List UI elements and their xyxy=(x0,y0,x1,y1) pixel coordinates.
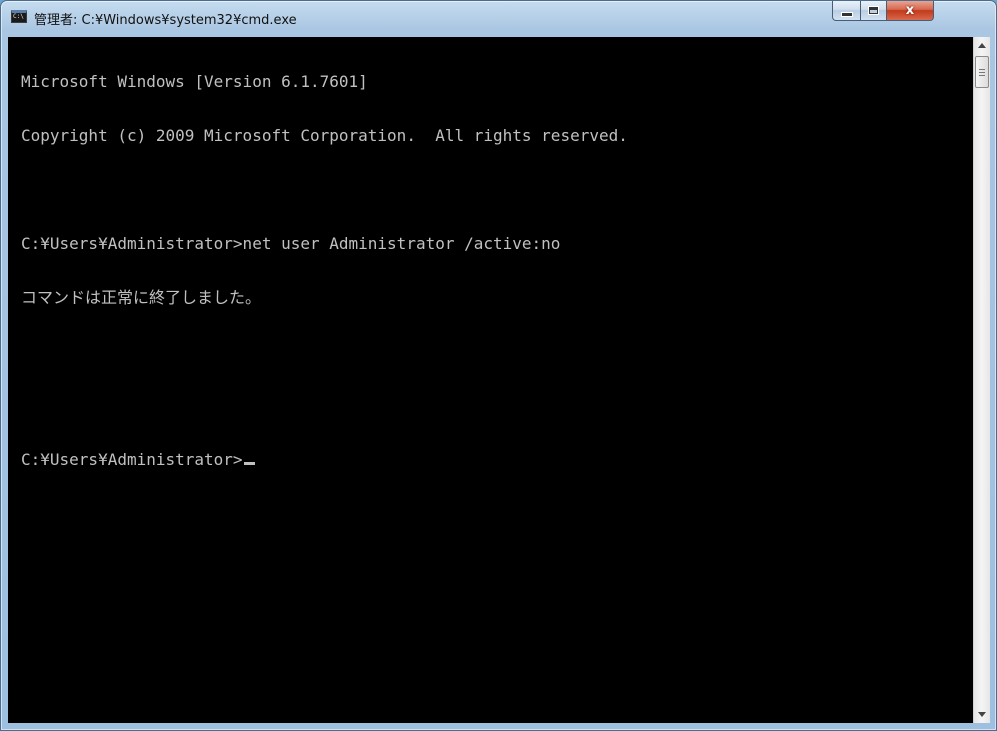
console-line: Microsoft Windows [Version 6.1.7601] xyxy=(21,72,368,91)
title-bar[interactable]: C:\ 管理者: C:¥Windows¥system32¥cmd.exe x xyxy=(1,1,996,37)
close-icon: x xyxy=(905,3,915,18)
console-line: C:¥Users¥Administrator>net user Administ… xyxy=(21,234,561,253)
console-line: コマンドは正常に終了しました。 xyxy=(21,288,262,307)
console-prompt: C:¥Users¥Administrator> xyxy=(21,450,243,469)
minimize-icon xyxy=(840,11,853,17)
vertical-scrollbar[interactable] xyxy=(973,37,990,723)
scroll-up-button[interactable] xyxy=(974,37,990,54)
text-cursor xyxy=(243,462,255,465)
cmd-app-icon[interactable]: C:\ xyxy=(11,10,27,23)
scroll-down-button[interactable] xyxy=(974,706,990,723)
maximize-button[interactable] xyxy=(860,1,887,21)
arrow-down-icon xyxy=(978,712,986,717)
console-prompt-line: C:¥Users¥Administrator> xyxy=(21,451,973,469)
window-title: 管理者: C:¥Windows¥system32¥cmd.exe xyxy=(34,13,297,28)
cmd-window: C:\ 管理者: C:¥Windows¥system32¥cmd.exe x M… xyxy=(0,0,997,731)
console-output[interactable]: Microsoft Windows [Version 6.1.7601] Cop… xyxy=(8,37,973,723)
cmd-icon-label: C:\ xyxy=(13,13,24,20)
minimize-button[interactable] xyxy=(832,1,861,21)
scrollbar-thumb[interactable] xyxy=(975,56,989,88)
maximize-icon xyxy=(868,6,879,15)
close-button[interactable]: x xyxy=(886,1,934,21)
grip-icon xyxy=(979,68,985,76)
arrow-up-icon xyxy=(978,43,986,48)
console-line: Copyright (c) 2009 Microsoft Corporation… xyxy=(21,126,628,145)
